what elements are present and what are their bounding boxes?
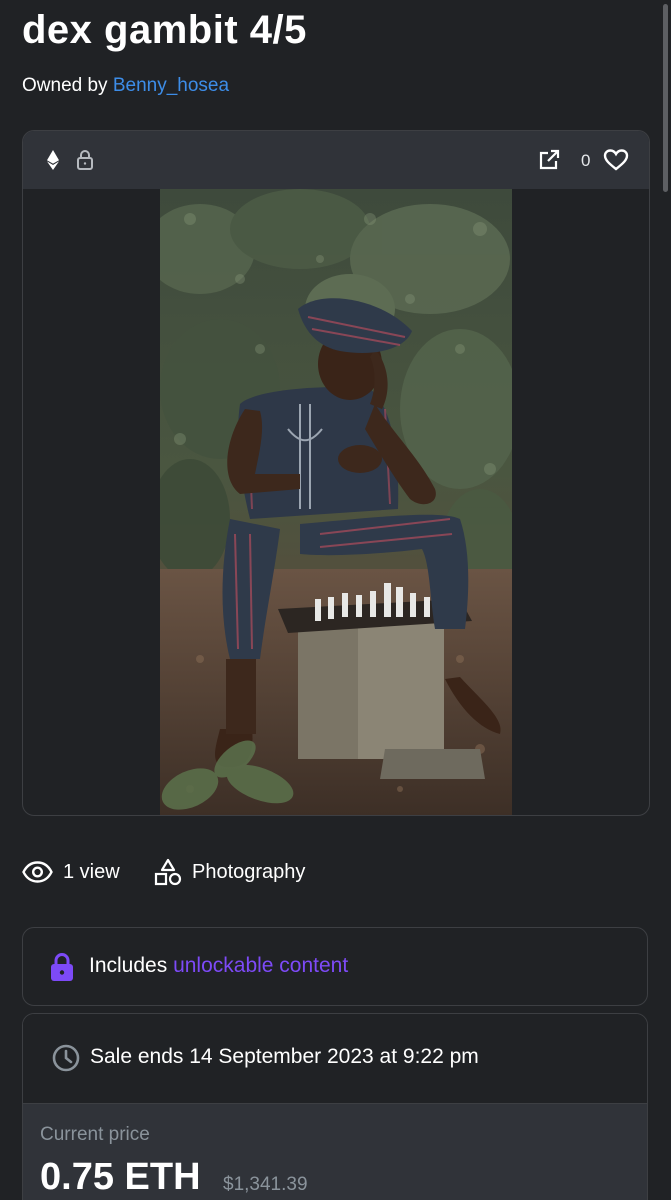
ethereum-icon[interactable] (41, 148, 65, 172)
item-stats-row: 1 view Photography (22, 855, 642, 889)
external-link-icon[interactable] (537, 148, 561, 172)
views-text: 1 view (63, 860, 120, 883)
media-card: 0 (22, 130, 650, 816)
unlockable-text: Includes unlockable content (89, 954, 348, 978)
sale-timer-header: Sale ends 14 September 2023 at 9:22 pm (23, 1014, 647, 1104)
scrollbar[interactable] (663, 4, 668, 192)
owner-link[interactable]: Benny_hosea (113, 75, 229, 96)
category-stat[interactable]: Photography (154, 855, 305, 889)
shapes-icon (154, 858, 182, 886)
lock-icon[interactable] (73, 148, 97, 172)
sale-end-text: Sale ends 14 September 2023 at 9:22 pm (90, 1045, 479, 1068)
page-title: dex gambit 4/5 (22, 8, 307, 52)
nft-artwork-image[interactable] (160, 189, 512, 815)
sale-panel: Sale ends 14 September 2023 at 9:22 pm C… (22, 1013, 648, 1200)
favorite-count: 0 (581, 151, 591, 170)
unlockable-prefix: Includes (89, 954, 168, 977)
media-toolbar: 0 (23, 131, 649, 189)
unlockable-content-panel[interactable]: Includes unlockable content (22, 927, 648, 1006)
price-section: Current price 0.75 ETH $1,341.39 (23, 1104, 647, 1200)
owned-by-label: Owned by (22, 75, 108, 96)
current-price-usd: $1,341.39 (223, 1174, 308, 1195)
lock-icon (49, 952, 75, 987)
current-price-label: Current price (40, 1124, 150, 1145)
eye-icon (22, 861, 53, 883)
views-stat: 1 view (22, 855, 120, 889)
category-text: Photography (192, 860, 306, 883)
owner-line: Owned by Benny_hosea (22, 75, 229, 97)
nft-item-page: dex gambit 4/5 Owned by Benny_hosea 0 1 … (0, 0, 671, 1200)
clock-icon (52, 1044, 80, 1077)
current-price-value: 0.75 ETH (40, 1156, 201, 1198)
unlockable-content-link[interactable]: unlockable content (173, 954, 348, 977)
heart-icon[interactable] (603, 148, 629, 172)
